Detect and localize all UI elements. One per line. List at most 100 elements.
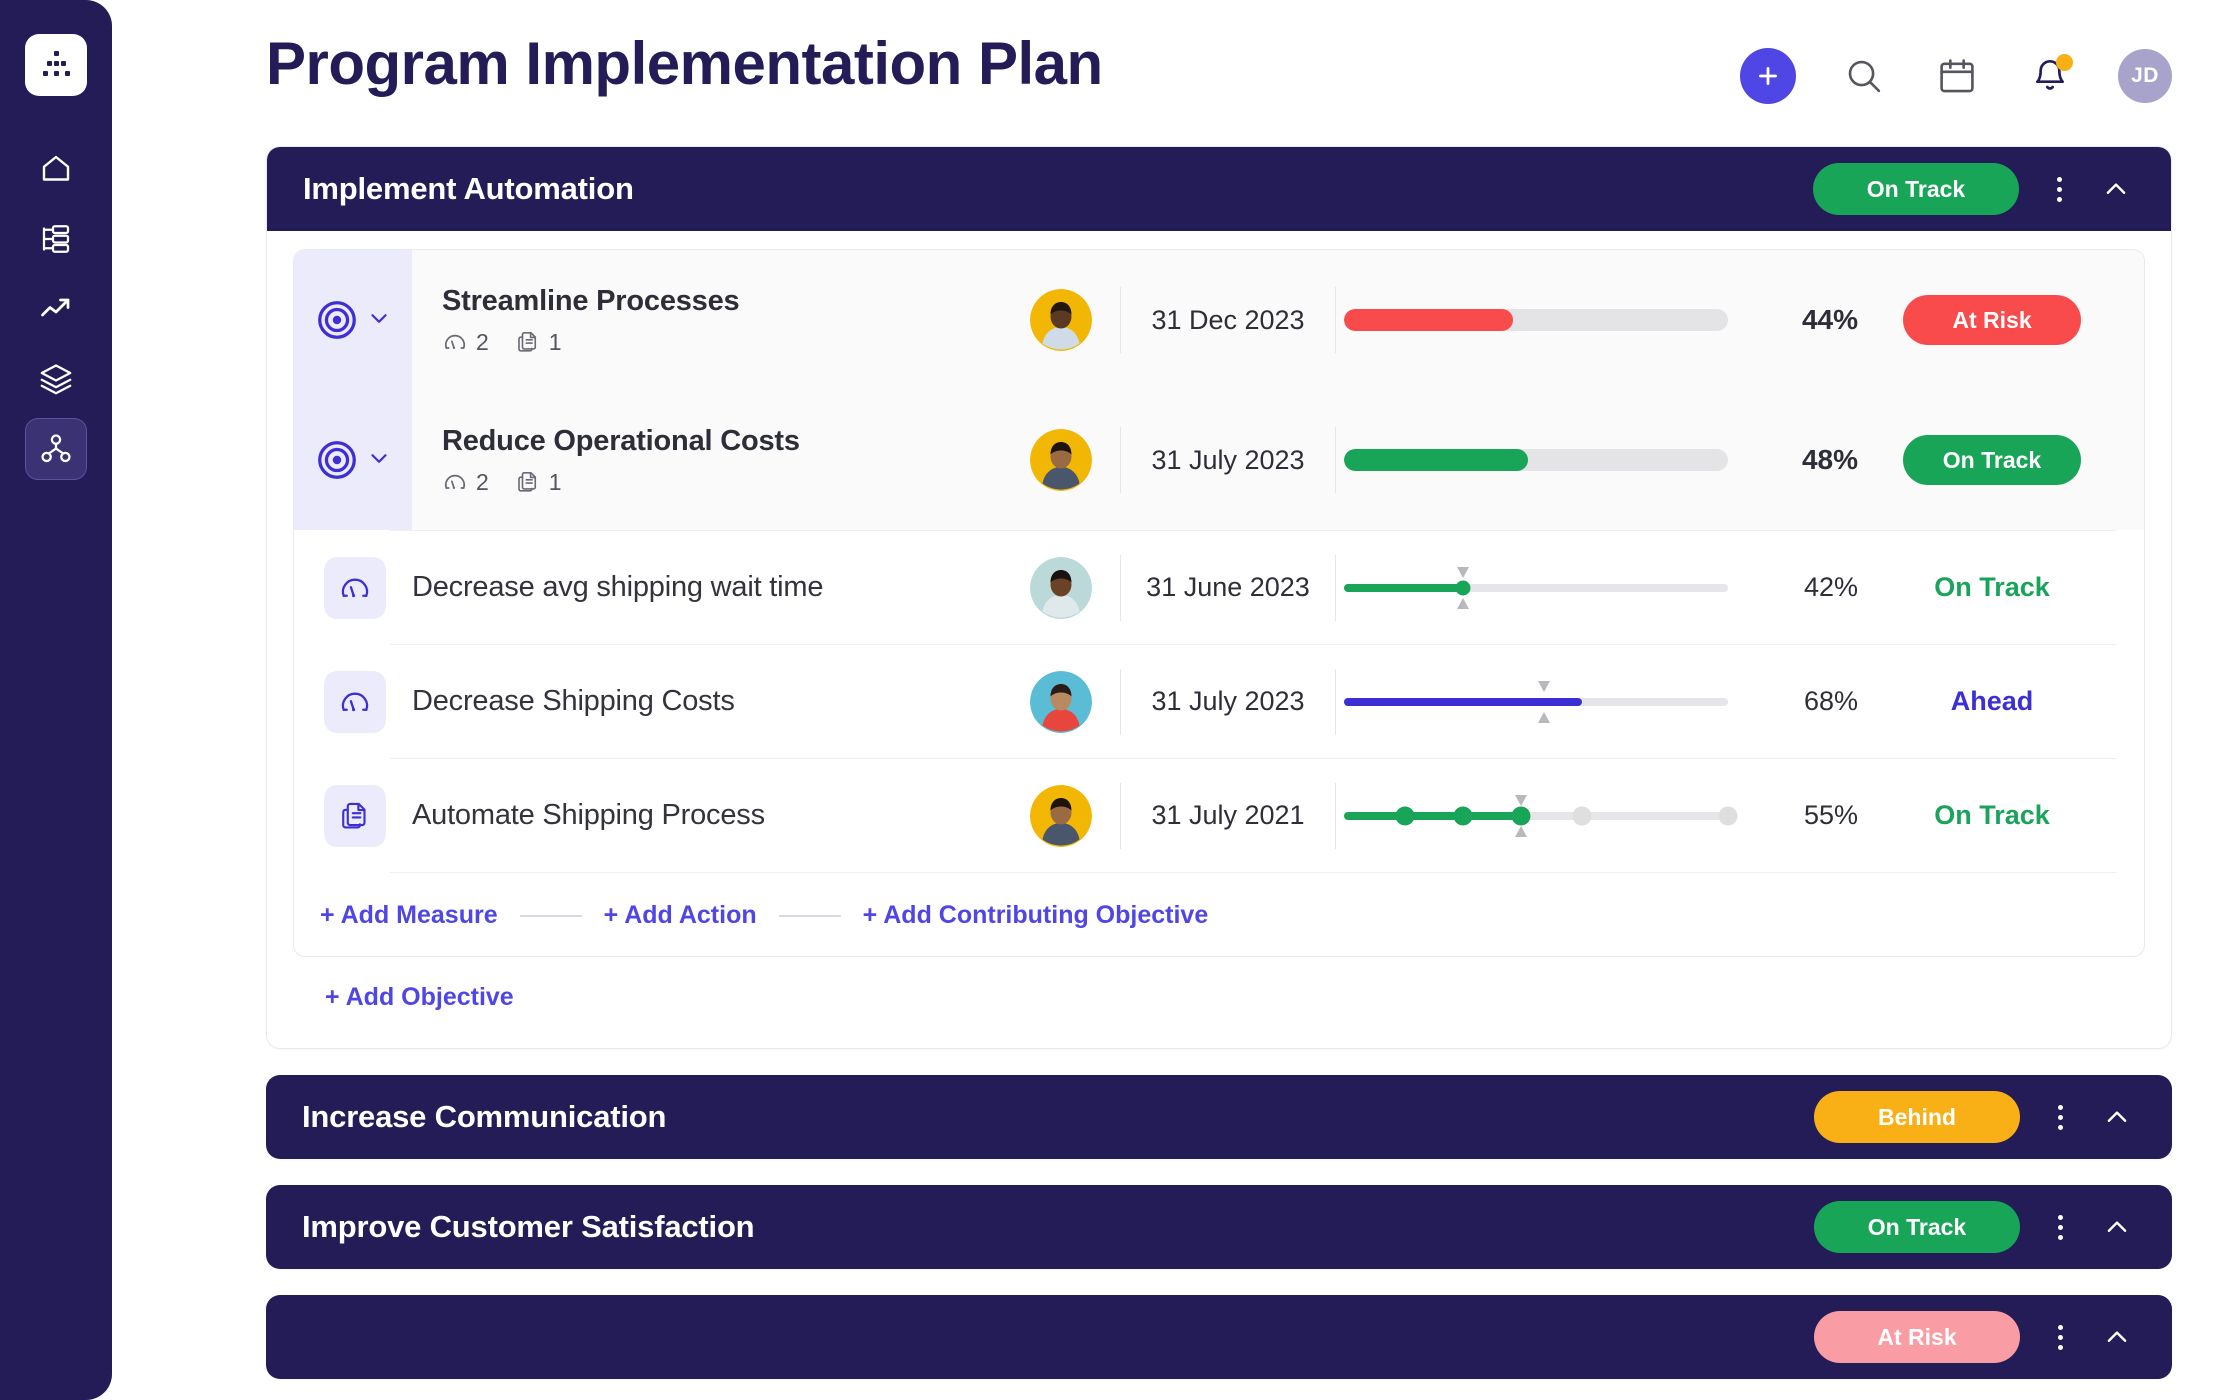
add-links-row: + Add Measure + Add Action + Add Contribut… — [294, 873, 2144, 956]
row-progress[interactable] — [1336, 309, 1736, 331]
row-progress[interactable] — [1336, 449, 1736, 471]
app-logo[interactable] — [25, 34, 87, 96]
objective-status-badge[interactable]: At Risk — [1814, 1311, 2020, 1363]
objective-status-badge[interactable]: On Track — [1813, 163, 2019, 215]
milestone-dot[interactable] — [1572, 806, 1592, 825]
avatar-image — [1030, 289, 1092, 351]
expand-chevron[interactable] — [366, 445, 392, 476]
plus-icon — [1759, 67, 1777, 85]
milestone-slider[interactable] — [1344, 791, 1738, 841]
user-avatar[interactable]: JD — [2118, 49, 2172, 103]
objectives-list: Implement Automation On Track Streamline… — [154, 104, 2230, 1379]
row-percent: 44% — [1801, 304, 1858, 335]
progress-track — [1344, 449, 1728, 471]
calendar-button[interactable] — [1932, 51, 1982, 101]
row-owner-avatar[interactable] — [1002, 429, 1120, 491]
objective-menu-button[interactable] — [2036, 1311, 2084, 1363]
status-badge[interactable]: At Risk — [1903, 295, 2081, 345]
target-marker — [1536, 679, 1552, 725]
search-button[interactable] — [1839, 51, 1889, 101]
sidebar-item-home[interactable] — [25, 138, 87, 200]
add-link[interactable]: + Add Contributing Objective — [863, 901, 1209, 930]
objective-rows-panel: Streamline Processes 2 1 31 Dec 2023 44%… — [293, 249, 2145, 957]
objective-card: Increase Communication Behind — [266, 1075, 2172, 1159]
sidebar-item-list[interactable] — [25, 208, 87, 270]
sidebar-item-layers[interactable] — [25, 348, 87, 410]
milestone-dot[interactable] — [1718, 806, 1738, 825]
sidebar — [0, 0, 112, 1400]
objective-collapse-button[interactable] — [2092, 1311, 2142, 1363]
objective-header[interactable]: At Risk — [266, 1295, 2172, 1379]
objective-status-badge[interactable]: Behind — [1814, 1091, 2020, 1143]
table-row[interactable]: Decrease avg shipping wait time 31 June … — [294, 531, 2144, 644]
objective-title: Improve Customer Satisfaction — [302, 1209, 755, 1244]
link-separator — [778, 914, 841, 917]
row-icon-tile — [324, 670, 386, 733]
table-row[interactable]: Automate Shipping Process 31 July 2021 5… — [294, 759, 2144, 872]
top-bar: Program Implementation Plan JD — [154, 0, 2230, 104]
measures-count: 2 — [442, 469, 489, 496]
add-link[interactable]: + Add Action — [604, 901, 757, 930]
objective-collapse-button[interactable] — [2092, 1201, 2142, 1253]
target-marker — [1513, 793, 1529, 839]
add-objective-link[interactable]: + Add Objective — [293, 957, 514, 1022]
notifications-button[interactable] — [2025, 51, 2075, 101]
measures-count: 2 — [442, 329, 489, 356]
row-percent: 68% — [1803, 686, 1858, 716]
objective-body: Streamline Processes 2 1 31 Dec 2023 44%… — [267, 231, 2171, 1048]
gauge-icon — [444, 474, 466, 490]
objective-icon-tile[interactable] — [294, 250, 412, 390]
actions-count: 1 — [515, 329, 562, 356]
row-status: At Risk — [1868, 295, 2116, 345]
table-row[interactable]: Reduce Operational Costs 2 1 31 July 202… — [294, 390, 2144, 530]
table-row[interactable]: Decrease Shipping Costs 31 July 2023 68%… — [294, 645, 2144, 758]
row-due-date: 31 Dec 2023 — [1151, 304, 1305, 335]
progress-slider[interactable] — [1344, 677, 1728, 727]
progress-slider[interactable] — [1344, 563, 1728, 613]
row-progress[interactable] — [1336, 791, 1738, 841]
milestone-dot[interactable] — [1453, 806, 1473, 825]
expand-chevron[interactable] — [366, 305, 392, 336]
add-button[interactable] — [1740, 48, 1796, 104]
objective-collapse-button[interactable] — [2092, 1091, 2142, 1143]
chevron-up-icon — [2107, 1221, 2127, 1232]
objective-menu-button[interactable] — [2035, 163, 2083, 215]
app-root: Program Implementation Plan JD Implement… — [0, 0, 2230, 1400]
row-title: Decrease Shipping Costs — [412, 685, 735, 717]
row-progress[interactable] — [1336, 563, 1736, 613]
row-progress[interactable] — [1336, 677, 1736, 727]
milestone-dot[interactable] — [1395, 806, 1415, 825]
progress-fill — [1344, 309, 1513, 331]
row-owner-avatar[interactable] — [1002, 670, 1120, 733]
objective-icon-tile[interactable] — [294, 390, 412, 530]
sidebar-item-analytics[interactable] — [25, 278, 87, 340]
row-due-date: 31 July 2021 — [1151, 800, 1305, 830]
objective-menu-button[interactable] — [2036, 1201, 2084, 1253]
objective-collapse-button[interactable] — [2091, 163, 2141, 215]
row-owner-avatar[interactable] — [1002, 289, 1120, 351]
objective-header[interactable]: Improve Customer Satisfaction On Track — [266, 1185, 2172, 1269]
target-marker-icon — [1457, 566, 1470, 609]
add-link[interactable]: + Add Measure — [320, 901, 498, 930]
objective-menu-button[interactable] — [2036, 1091, 2084, 1143]
sidebar-item-network[interactable] — [25, 418, 87, 480]
page-title: Program Implementation Plan — [266, 30, 1103, 97]
layers-icon — [40, 364, 72, 395]
table-row[interactable]: Streamline Processes 2 1 31 Dec 2023 44%… — [294, 250, 2144, 390]
org-chart-logo-icon — [43, 51, 70, 76]
document-stack-icon — [517, 471, 536, 492]
gauge-icon — [444, 334, 466, 350]
target-icon — [318, 441, 356, 479]
objective-status-badge[interactable]: On Track — [1814, 1201, 2020, 1253]
objective-header[interactable]: Increase Communication Behind — [266, 1075, 2172, 1159]
list-tree-icon — [42, 225, 70, 253]
objective-header[interactable]: Implement Automation On Track — [267, 147, 2171, 231]
notification-badge — [2056, 54, 2073, 71]
calendar-icon — [1940, 59, 1974, 93]
row-title: Decrease avg shipping wait time — [412, 571, 824, 603]
row-owner-avatar[interactable] — [1002, 556, 1120, 619]
status-badge[interactable]: On Track — [1903, 435, 2081, 485]
row-counters: 2 1 — [442, 469, 1002, 496]
status-label: On Track — [1934, 800, 2050, 830]
row-owner-avatar[interactable] — [1002, 784, 1120, 847]
